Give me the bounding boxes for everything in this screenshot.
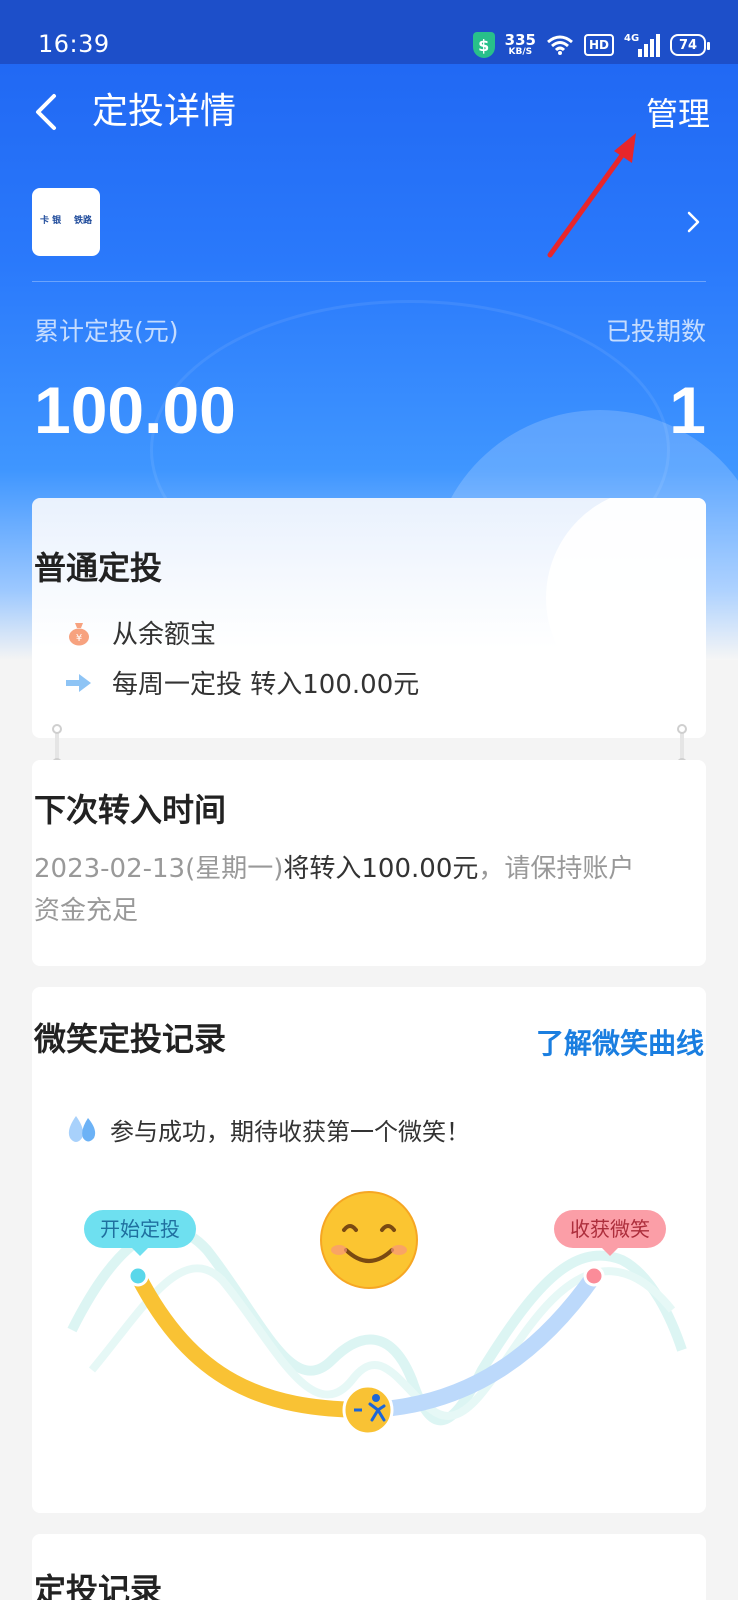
status-bar: 16:39 $ 335 KB/S HD 4G 74: [0, 0, 738, 64]
start-investing-label: 开始定投: [84, 1210, 196, 1256]
network-speed: 335 KB/S: [504, 31, 536, 57]
annotation-arrow-icon: [547, 133, 636, 258]
learn-smile-curve-link[interactable]: 了解微笑曲线: [536, 1022, 704, 1062]
smile-tip-text: 参与成功，期待收获第一个微笑！: [110, 1118, 470, 1146]
investment-records-title: 定投记录: [34, 1571, 163, 1600]
periods-value: 1: [669, 373, 706, 447]
next-transfer-title: 下次转入时间: [34, 791, 227, 829]
water-drop-icon: [68, 1115, 96, 1142]
svg-text:¥: ¥: [76, 633, 82, 644]
header-divider: [32, 281, 706, 282]
status-icons: $ 335 KB/S HD 4G 74: [472, 31, 710, 58]
total-invested-label: 累计定投(元): [34, 317, 179, 346]
next-transfer-description: 2023-02-13(星期一)将转入100.00元，请保持账户资金充足: [34, 848, 654, 932]
plan-source: ¥ 从余额宝: [66, 614, 216, 651]
plan-source-text: 从余额宝: [112, 620, 217, 650]
smiley-face-icon: [320, 1191, 418, 1289]
plan-schedule: 每周一定投 转入100.00元: [66, 664, 419, 701]
back-arrow-icon[interactable]: [30, 88, 70, 136]
next-transfer-date: 2023-02-13(星期一): [34, 854, 284, 884]
next-transfer-amount: 将转入100.00元: [283, 854, 479, 884]
money-bag-icon: ¥: [66, 620, 92, 646]
periods-label: 已投期数: [605, 317, 706, 346]
security-shield-icon: $: [472, 32, 495, 58]
smile-tip: 参与成功，期待收获第一个微笑！: [64, 1112, 470, 1147]
total-invested-value: 100.00: [34, 373, 236, 447]
battery-icon: 74: [670, 34, 710, 56]
fund-logo[interactable]: 卡 银 铁路: [32, 188, 100, 256]
arrow-right-icon: [66, 670, 92, 696]
fund-logo-right-text: 铁路: [73, 216, 92, 227]
chevron-right-icon[interactable]: [684, 208, 704, 236]
page-title: 定投详情: [92, 91, 237, 132]
runner-icon: [342, 1384, 394, 1436]
smile-record-title: 微笑定投记录: [34, 1020, 227, 1058]
wifi-icon: [547, 35, 573, 55]
cellular-signal-icon: 4G: [624, 33, 660, 57]
harvest-smile-label: 收获微笑: [554, 1210, 666, 1256]
fund-logo-left-text: 卡 银: [40, 216, 62, 227]
status-time: 16:39: [38, 30, 110, 58]
plan-schedule-text: 每周一定投 转入100.00元: [112, 670, 420, 700]
hd-icon: HD: [583, 34, 614, 56]
plan-title: 普通定投: [34, 549, 163, 587]
